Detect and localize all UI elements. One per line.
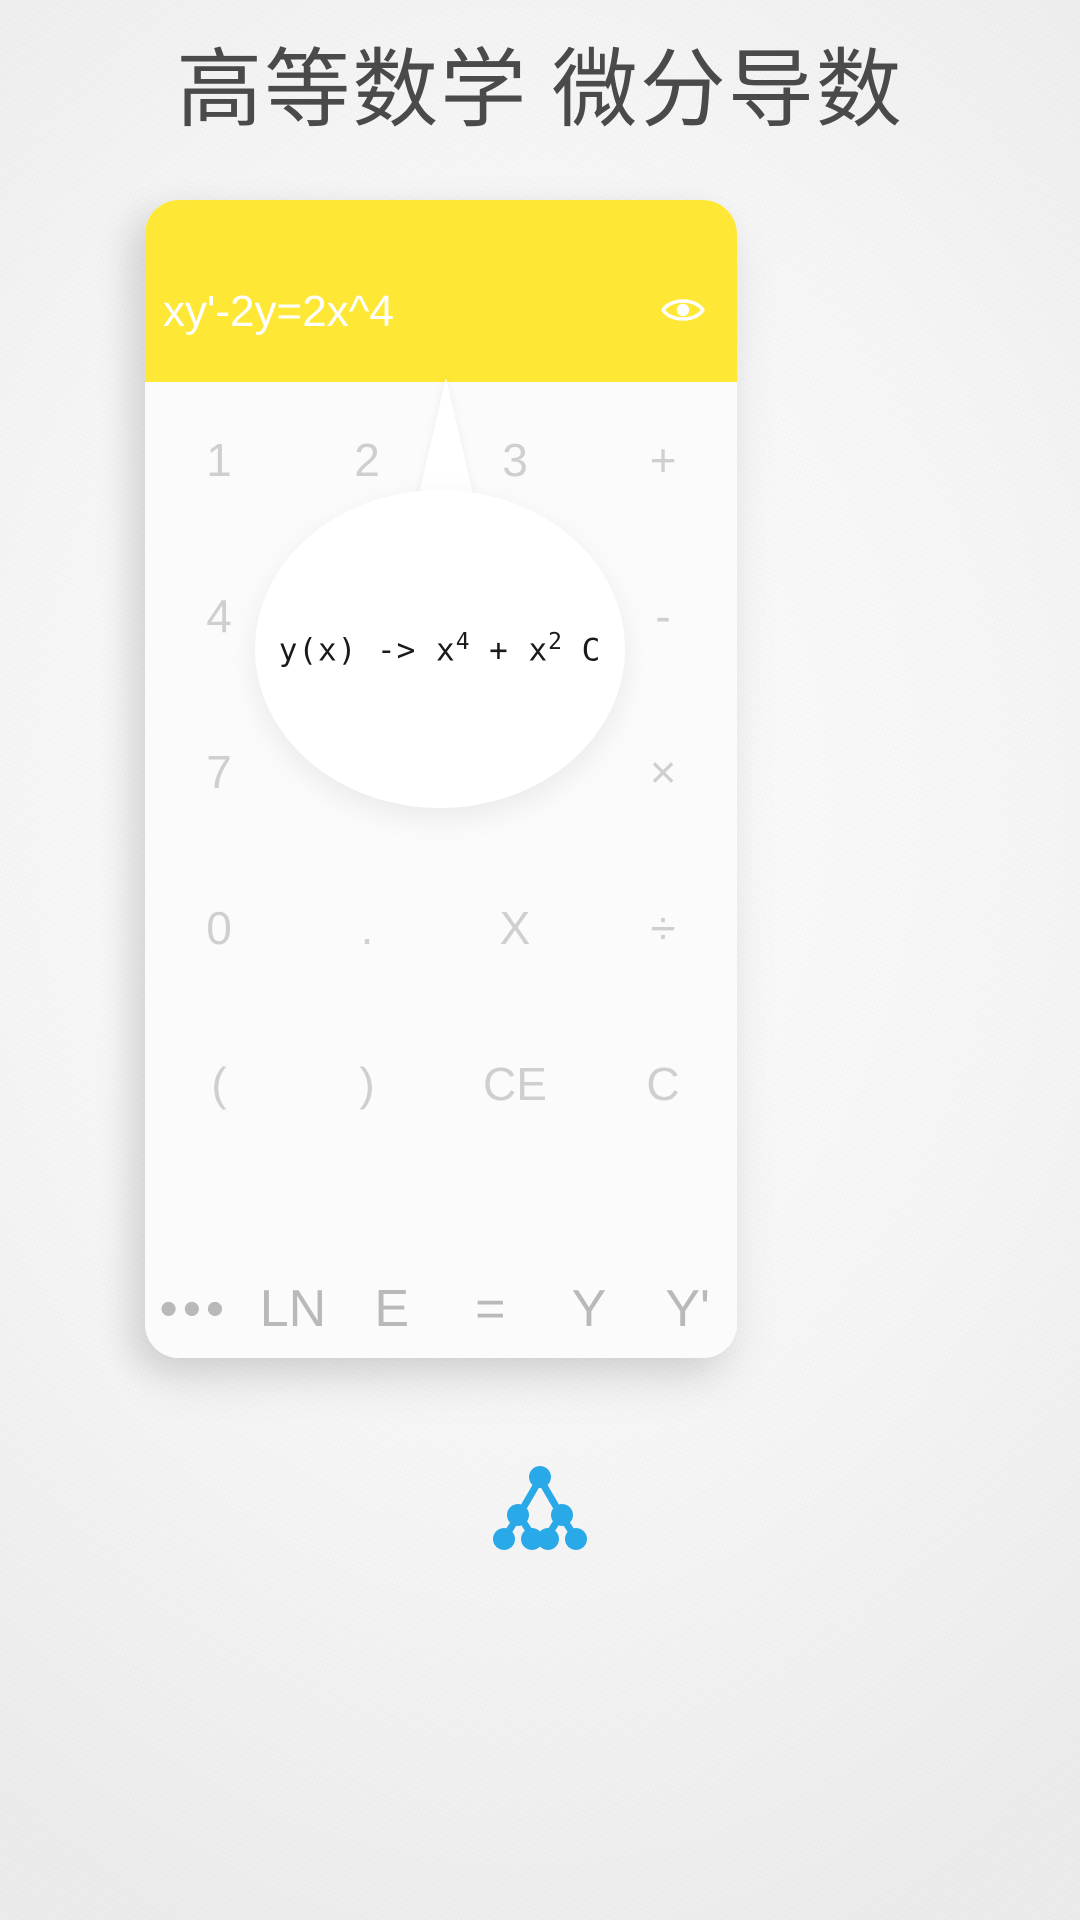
key-0[interactable]: 0	[145, 905, 293, 951]
key-variable-x[interactable]: X	[441, 905, 589, 951]
keypad: 1 2 3 + 4 5 6 - 7 8 9 × 0 . X ÷ ( ) CE C	[145, 382, 737, 1358]
key-clear-entry[interactable]: CE	[441, 1061, 589, 1107]
key-2[interactable]: 2	[293, 437, 441, 483]
key-1[interactable]: 1	[145, 437, 293, 483]
keypad-row-3: 7 8 9 ×	[145, 694, 737, 850]
keypad-row-1: 1 2 3 +	[145, 382, 737, 538]
key-6[interactable]: 6	[441, 593, 589, 639]
key-paren-open[interactable]: (	[145, 1061, 293, 1107]
eye-icon[interactable]	[659, 288, 707, 332]
calculator-input-header: xy'-2y=2x^4	[145, 200, 737, 382]
more-options-icon[interactable]: •••	[145, 1283, 244, 1335]
key-8[interactable]: 8	[293, 749, 441, 795]
key-clear[interactable]: C	[589, 1061, 737, 1107]
key-e[interactable]: E	[342, 1283, 441, 1335]
expression-input[interactable]: xy'-2y=2x^4	[163, 286, 394, 338]
key-5[interactable]: 5	[293, 593, 441, 639]
keypad-row-4: 0 . X ÷	[145, 850, 737, 1006]
key-ln[interactable]: LN	[244, 1283, 343, 1335]
keypad-row-5: ( ) CE C	[145, 1006, 737, 1162]
key-3[interactable]: 3	[441, 437, 589, 483]
key-decimal[interactable]: .	[293, 905, 441, 951]
key-equals[interactable]: =	[441, 1283, 540, 1335]
key-y[interactable]: Y	[540, 1283, 639, 1335]
key-paren-close[interactable]: )	[293, 1061, 441, 1107]
page-title: 高等数学 微分导数	[176, 42, 904, 138]
key-divide[interactable]: ÷	[589, 905, 737, 951]
key-7[interactable]: 7	[145, 749, 293, 795]
key-9[interactable]: 9	[441, 749, 589, 795]
keypad-row-2: 4 5 6 -	[145, 538, 737, 694]
keypad-function-row: ••• LN E = Y Y'	[145, 1234, 737, 1358]
key-y-prime[interactable]: Y'	[638, 1283, 737, 1335]
key-4[interactable]: 4	[145, 593, 293, 639]
app-logo	[0, 1448, 1080, 1558]
key-minus[interactable]: -	[589, 593, 737, 639]
phone-mockup: xy'-2y=2x^4 1 2 3 + 4 5 6 - 7 8 9 × 0 . …	[145, 200, 737, 1358]
key-multiply[interactable]: ×	[589, 749, 737, 795]
key-plus[interactable]: +	[589, 437, 737, 483]
